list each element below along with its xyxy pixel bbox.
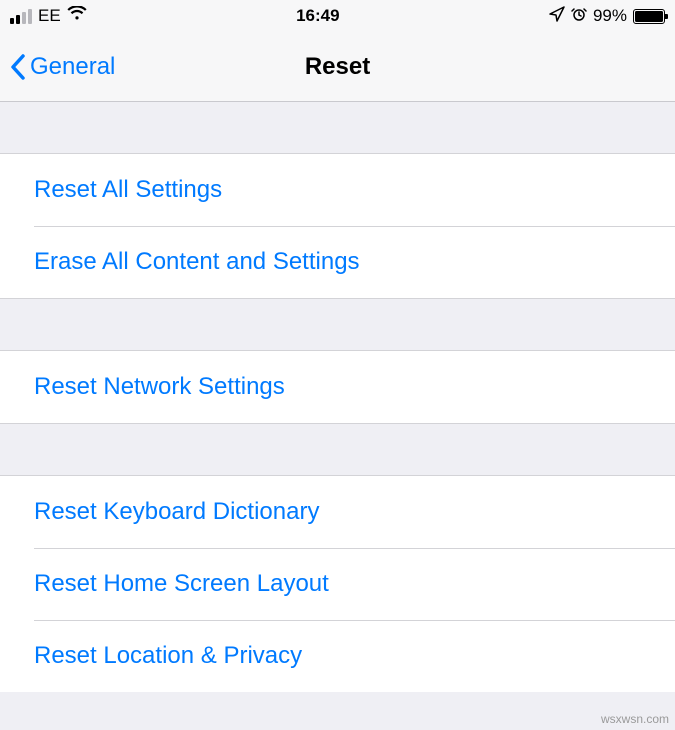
- status-time: 16:49: [296, 6, 339, 26]
- location-icon: [549, 6, 565, 27]
- status-left: EE: [10, 6, 87, 26]
- reset-home-screen-layout[interactable]: Reset Home Screen Layout: [0, 548, 675, 620]
- section-gap: [0, 102, 675, 154]
- carrier-label: EE: [38, 6, 61, 26]
- erase-all-content[interactable]: Erase All Content and Settings: [0, 226, 675, 298]
- section-gap: [0, 299, 675, 351]
- nav-bar: General Reset: [0, 32, 675, 102]
- battery-percent: 99%: [593, 6, 627, 26]
- chevron-left-icon: [10, 54, 26, 80]
- status-right: 99%: [549, 6, 665, 27]
- wifi-icon: [67, 6, 87, 26]
- list-item-label: Reset All Settings: [34, 176, 222, 204]
- list-group-2: Reset Network Settings: [0, 351, 675, 424]
- battery-icon: [633, 9, 665, 24]
- reset-location-privacy[interactable]: Reset Location & Privacy: [0, 620, 675, 692]
- back-button[interactable]: General: [10, 53, 115, 81]
- reset-keyboard-dictionary[interactable]: Reset Keyboard Dictionary: [0, 476, 675, 548]
- watermark: wsxwsn.com: [601, 712, 669, 726]
- back-label: General: [30, 53, 115, 81]
- signal-icon: [10, 9, 32, 24]
- list-group-3: Reset Keyboard Dictionary Reset Home Scr…: [0, 476, 675, 692]
- reset-network-settings[interactable]: Reset Network Settings: [0, 351, 675, 423]
- list-item-label: Reset Location & Privacy: [34, 642, 302, 670]
- list-group-1: Reset All Settings Erase All Content and…: [0, 154, 675, 299]
- page-title: Reset: [305, 53, 370, 81]
- status-bar: EE 16:49 99%: [0, 0, 675, 32]
- list-item-label: Reset Keyboard Dictionary: [34, 498, 319, 526]
- alarm-icon: [571, 6, 587, 27]
- list-item-label: Reset Network Settings: [34, 373, 285, 401]
- list-item-label: Erase All Content and Settings: [34, 248, 360, 276]
- section-gap: [0, 424, 675, 476]
- list-item-label: Reset Home Screen Layout: [34, 570, 329, 598]
- reset-all-settings[interactable]: Reset All Settings: [0, 154, 675, 226]
